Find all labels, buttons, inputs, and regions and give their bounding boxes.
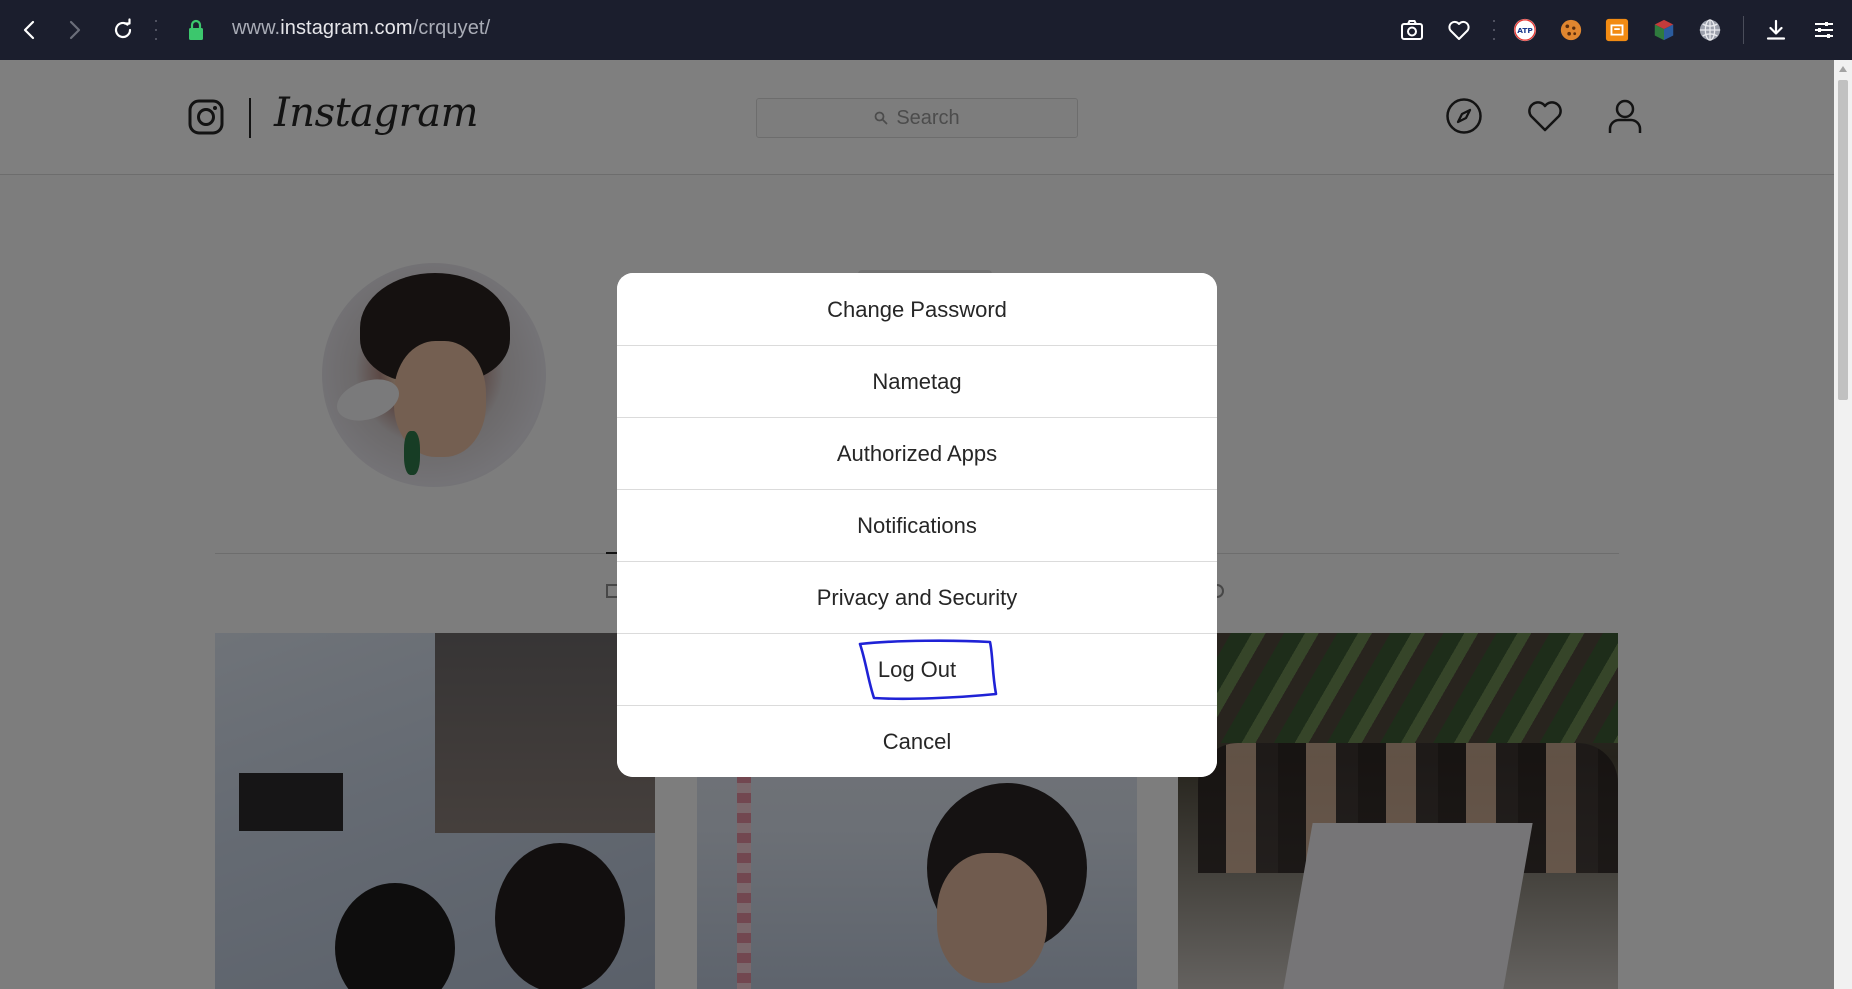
toolbar-divider	[1743, 16, 1744, 44]
atp-extension-label: ATP	[1517, 26, 1533, 35]
bookmark-heart-icon[interactable]	[1447, 18, 1471, 42]
forward-icon[interactable]	[62, 18, 86, 42]
nametag-button[interactable]: Nametag	[617, 345, 1217, 417]
url-path: /crquyet/	[412, 17, 491, 39]
toolbar-separator	[154, 20, 158, 40]
toolbar-separator	[1492, 20, 1496, 40]
cube-extension-icon[interactable]	[1652, 18, 1676, 42]
lock-icon[interactable]	[184, 18, 208, 42]
cookie-extension-icon[interactable]	[1559, 18, 1583, 42]
back-icon[interactable]	[18, 18, 42, 42]
settings-menu-icon[interactable]	[1812, 18, 1836, 42]
reload-icon[interactable]	[111, 18, 135, 42]
url-host: instagram.com	[280, 17, 413, 39]
scroll-up-arrow-icon[interactable]	[1839, 66, 1847, 72]
authorized-apps-button[interactable]: Authorized Apps	[617, 417, 1217, 489]
settings-options-dialog: Change Password Nametag Authorized Apps …	[617, 273, 1217, 777]
orange-extension-icon[interactable]	[1605, 18, 1629, 42]
change-password-button[interactable]: Change Password	[617, 273, 1217, 345]
camera-icon[interactable]	[1400, 18, 1424, 42]
globe-extension-icon[interactable]	[1698, 18, 1722, 42]
log-out-button[interactable]: Log Out	[617, 633, 1217, 705]
atp-extension-icon[interactable]: ATP	[1513, 18, 1537, 42]
browser-toolbar: www.instagram.com/crquyet/ ATP	[0, 0, 1852, 60]
page-scrollbar[interactable]	[1834, 60, 1852, 989]
scrollbar-thumb[interactable]	[1838, 80, 1848, 400]
cancel-button[interactable]: Cancel	[617, 705, 1217, 777]
address-bar[interactable]: www.instagram.com/crquyet/	[232, 17, 490, 40]
privacy-security-button[interactable]: Privacy and Security	[617, 561, 1217, 633]
download-icon[interactable]	[1764, 18, 1788, 42]
notifications-button[interactable]: Notifications	[617, 489, 1217, 561]
url-prefix: www.	[232, 17, 281, 39]
